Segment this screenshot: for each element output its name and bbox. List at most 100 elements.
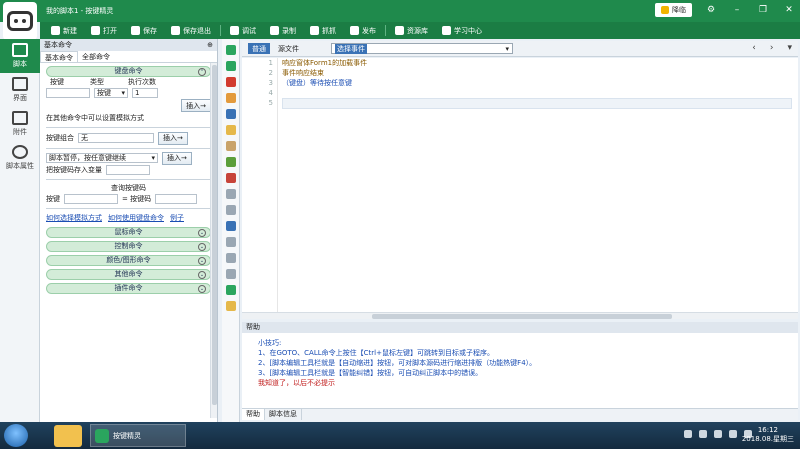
group-plugin[interactable]: 插件命令 ⌄ xyxy=(46,283,211,294)
command-panel: 基本命令 ⊕ 基本命令 全部命令 键盘命令 ⌃ 按键 类型 执行次数 按键 ▾ 1 插… xyxy=(40,39,218,422)
scrollbar-thumb[interactable] xyxy=(212,65,217,405)
lightbulb-icon[interactable] xyxy=(225,301,236,311)
new-button[interactable]: 新建 xyxy=(46,23,82,38)
search-icon[interactable] xyxy=(225,269,236,279)
help-line: 1、在GOTO、CALL命令上按住【Ctrl+鼠标左键】可跳转到目标或子程序。 xyxy=(258,349,494,357)
tab-normal-view[interactable]: 普通 xyxy=(248,43,270,54)
camera-icon xyxy=(270,26,279,35)
code-line[interactable]: （键盘）等待按任意键 xyxy=(282,78,367,88)
save-exit-button[interactable]: 保存退出 xyxy=(166,23,216,38)
tray-arrow-icon[interactable] xyxy=(684,430,692,438)
insert-combo-button[interactable]: 插入→ xyxy=(158,131,188,145)
flag-icon[interactable] xyxy=(699,430,707,438)
link-example[interactable]: 例子 xyxy=(170,213,184,223)
pin-icon[interactable]: ⊕ xyxy=(207,39,217,51)
redo-icon[interactable] xyxy=(225,205,236,215)
rail-item-script[interactable]: 脚本 xyxy=(0,39,40,73)
line-number: 1 xyxy=(268,59,273,67)
key-input[interactable] xyxy=(46,88,90,98)
code-line[interactable]: 响应窗体Form1的加载事件 xyxy=(282,58,367,68)
group-other[interactable]: 其他命令 ⌄ xyxy=(46,269,211,280)
settings-icon[interactable]: ⚙ xyxy=(704,5,718,15)
prev-icon[interactable]: ‹ xyxy=(752,43,756,53)
tab-all-commands[interactable]: 全部命令 xyxy=(78,51,114,62)
volume-icon[interactable] xyxy=(729,430,737,438)
cut-icon[interactable] xyxy=(225,109,236,119)
rail-item-properties[interactable]: 脚本属性 xyxy=(0,141,40,175)
rail-item-ui[interactable]: 界面 xyxy=(0,73,40,107)
move-down-icon[interactable] xyxy=(225,45,236,55)
pause-select[interactable]: 脚本暂停，按任意键继续 ▾ xyxy=(46,153,158,163)
current-line xyxy=(282,98,792,109)
code-editor[interactable]: 1 2 3 4 5 响应窗体Form1的加载事件 事件响应结束 （键盘）等待按任… xyxy=(242,58,798,312)
tab-script-info[interactable]: 脚本信息 xyxy=(265,409,302,420)
capture-button[interactable]: 抓抓 xyxy=(305,23,341,38)
tab-basic-commands[interactable]: 基本命令 xyxy=(40,51,78,62)
uncomment-icon[interactable] xyxy=(225,173,236,183)
minimize-button[interactable]: – xyxy=(730,5,744,15)
combo-input[interactable]: 无 xyxy=(78,133,154,143)
comment-icon[interactable] xyxy=(225,157,236,167)
line-gutter: 1 2 3 4 5 xyxy=(242,58,278,312)
save-button[interactable]: 保存 xyxy=(126,23,162,38)
next-icon[interactable]: › xyxy=(770,43,774,53)
book-icon xyxy=(442,26,451,35)
script-icon xyxy=(12,43,28,57)
paste-icon[interactable] xyxy=(225,141,236,151)
query-code-input[interactable] xyxy=(155,194,198,204)
scrollbar-thumb[interactable] xyxy=(372,314,672,319)
group-color-image[interactable]: 颜色/图形命令 ⌄ xyxy=(46,255,211,266)
open-button[interactable]: 打开 xyxy=(86,23,122,38)
move-up-icon[interactable] xyxy=(225,61,236,71)
group-mouse[interactable]: 鼠标命令 ⌄ xyxy=(46,227,211,238)
undo-icon[interactable] xyxy=(225,189,236,199)
dismiss-tip-link[interactable]: 我知道了，以后不必提示 xyxy=(258,378,798,388)
save-var-label: 把按键码存入变量 xyxy=(46,166,102,174)
times-input[interactable]: 1 xyxy=(132,88,158,98)
save-var-input[interactable] xyxy=(106,165,150,175)
maximize-button[interactable]: ❐ xyxy=(756,5,770,15)
format-icon[interactable] xyxy=(225,237,236,247)
expand-icon: ⌄ xyxy=(198,257,206,265)
group-keyboard[interactable]: 键盘命令 ⌃ xyxy=(46,66,211,77)
network-icon[interactable] xyxy=(714,430,722,438)
learning-center-button[interactable]: 学习中心 xyxy=(437,23,487,38)
insert-pause-button[interactable]: 插入→ xyxy=(162,151,192,165)
tab-help[interactable]: 帮助 xyxy=(242,409,265,420)
clock[interactable]: 16:12 2018.08.星期三 xyxy=(742,426,794,444)
type-select[interactable]: 按键 ▾ xyxy=(94,88,128,98)
menu-icon[interactable]: ▾ xyxy=(787,43,792,53)
line-number: 4 xyxy=(268,89,273,97)
code-line[interactable]: 事件响应结束 xyxy=(282,68,367,78)
left-rail: 脚本 界面 附件 脚本属性 xyxy=(0,39,40,422)
record-button[interactable]: 录制 xyxy=(265,23,301,38)
bookmark-icon[interactable] xyxy=(225,253,236,263)
panel-scrollbar[interactable] xyxy=(210,63,217,418)
delete-icon[interactable] xyxy=(225,77,236,87)
group-control[interactable]: 控制命令 ⌄ xyxy=(46,241,211,252)
editor-nav: ‹ › ▾ xyxy=(752,43,792,53)
publish-button[interactable]: 发布 xyxy=(345,23,381,38)
info-icon xyxy=(12,145,28,159)
divider xyxy=(46,208,211,209)
rail-item-attachment[interactable]: 附件 xyxy=(0,107,40,141)
debug-button[interactable]: 调试 xyxy=(225,23,261,38)
hand-icon[interactable] xyxy=(225,93,236,103)
query-key-input[interactable] xyxy=(64,194,118,204)
copy-icon[interactable] xyxy=(225,125,236,135)
editor-hscrollbar[interactable] xyxy=(242,312,798,319)
insert-button[interactable]: 插入→ xyxy=(181,99,211,112)
check-icon[interactable] xyxy=(225,285,236,295)
link-keyboard-usage[interactable]: 如何使用键盘命令 xyxy=(108,213,164,223)
close-button[interactable]: ✕ xyxy=(782,5,796,15)
goto-icon[interactable] xyxy=(225,221,236,231)
link-sim-mode[interactable]: 如何选择模拟方式 xyxy=(46,213,102,223)
dropdown-arrow-icon: ▾ xyxy=(121,89,125,97)
taskbar-app-button[interactable]: 按键精灵 xyxy=(90,424,186,447)
file-explorer-icon[interactable] xyxy=(54,425,82,447)
tab-source-view[interactable]: 源文件 xyxy=(274,43,303,54)
start-button[interactable] xyxy=(4,424,28,447)
resource-library-button[interactable]: 资源库 xyxy=(390,23,433,38)
event-select[interactable]: 选择事件 ▾ xyxy=(331,43,513,54)
vip-button[interactable]: 降临 xyxy=(655,3,692,17)
